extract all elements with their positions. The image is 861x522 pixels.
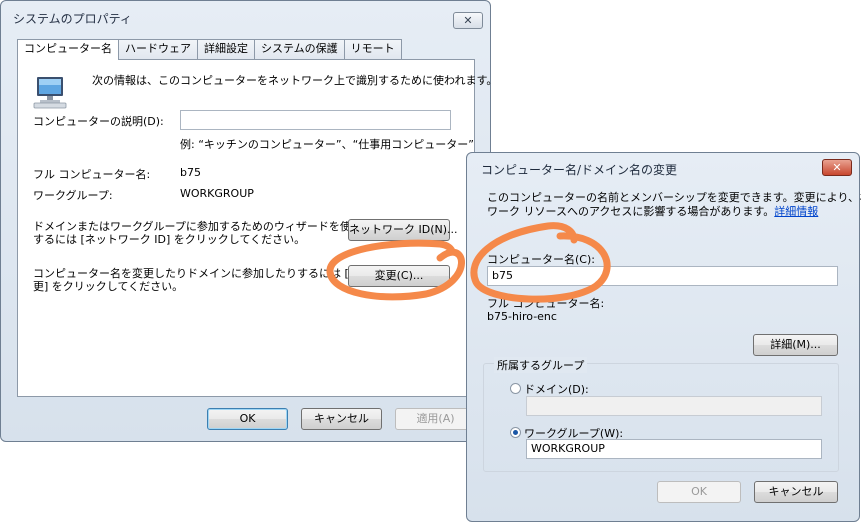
close-icon: ✕ xyxy=(832,161,842,174)
description-input[interactable] xyxy=(180,110,451,130)
network-id-text-line2: するには [ネットワーク ID] をクリックしてください。 xyxy=(33,233,306,246)
domain-label: ドメイン(D): xyxy=(524,383,589,396)
computer-name-change-dialog: コンピューター名/ドメイン名の変更 ✕ このコンピューターの名前とメンバーシップ… xyxy=(466,152,861,522)
details-link[interactable]: 詳細情報 xyxy=(774,205,818,218)
workgroup-label: ワークグループ: xyxy=(33,189,113,202)
close-icon: ✕ xyxy=(463,14,473,27)
tab-strip: コンピューター名 ハードウェア 詳細設定 システムの保護 リモート xyxy=(17,39,402,60)
dialog-intro-line2: ワーク リソースへのアクセスに影響する場合があります。詳細情報 xyxy=(487,205,819,218)
domain-radio[interactable] xyxy=(510,383,521,394)
tab-hardware[interactable]: ハードウェア xyxy=(118,39,198,59)
domain-input[interactable] xyxy=(526,396,822,416)
name-label: コンピューター名(C): xyxy=(487,253,595,266)
dialog-title: コンピューター名/ドメイン名の変更 xyxy=(481,163,678,177)
cancel-button[interactable]: キャンセル xyxy=(301,408,382,430)
window-title: システムのプロパティ xyxy=(13,12,132,26)
close-button[interactable]: ✕ xyxy=(453,12,483,29)
dialog-fullname-label: フル コンピューター名: xyxy=(487,297,605,310)
change-text-line2: 更] をクリックしてください。 xyxy=(33,280,184,293)
fullname-label: フル コンピューター名: xyxy=(33,168,151,181)
dialog-ok-button[interactable]: OK xyxy=(657,481,741,503)
system-properties-window: システムのプロパティ ✕ コンピューター名 ハードウェア 詳細設定 システムの保… xyxy=(0,0,497,442)
dialog-close-button[interactable]: ✕ xyxy=(822,159,852,176)
more-button[interactable]: 詳細(M)... xyxy=(753,334,838,356)
ok-button[interactable]: OK xyxy=(207,408,288,430)
change-button[interactable]: 変更(C)... xyxy=(348,265,450,287)
title-bar: システムのプロパティ ✕ xyxy=(1,1,490,35)
computer-name-input[interactable]: b75 xyxy=(487,266,838,286)
tab-computer-name[interactable]: コンピューター名 xyxy=(17,39,119,60)
group-label: 所属するグループ xyxy=(494,357,588,373)
tab-remote[interactable]: リモート xyxy=(343,39,402,59)
computer-icon xyxy=(33,77,67,109)
dialog-fullname-value: b75-hiro-enc xyxy=(487,310,557,323)
example-text: 例: “キッチンのコンピューター”、“仕事用コンピューター” xyxy=(180,138,474,151)
member-of-group: 所属するグループ ドメイン(D): ワークグループ(W): WORKGROUP xyxy=(483,357,839,472)
computer-name-panel: 次の情報は、このコンピューターをネットワーク上で識別するために使われます。 コン… xyxy=(17,59,497,397)
tab-system-protection[interactable]: システムの保護 xyxy=(254,39,345,59)
workgroup-input[interactable]: WORKGROUP xyxy=(526,439,822,459)
description-label: コンピューターの説明(D): xyxy=(33,115,164,128)
workgroup-value: WORKGROUP xyxy=(180,187,254,200)
network-id-button[interactable]: ネットワーク ID(N)... xyxy=(348,219,458,241)
dialog-title-bar: コンピューター名/ドメイン名の変更 ✕ xyxy=(467,153,859,187)
tab-advanced[interactable]: 詳細設定 xyxy=(197,39,255,59)
workgroup-radio[interactable] xyxy=(510,427,521,438)
intro-text: 次の情報は、このコンピューターをネットワーク上で識別するために使われます。 xyxy=(92,74,498,87)
dialog-cancel-button[interactable]: キャンセル xyxy=(754,481,838,503)
fullname-value: b75 xyxy=(180,166,201,179)
apply-button[interactable]: 適用(A) xyxy=(395,408,476,430)
